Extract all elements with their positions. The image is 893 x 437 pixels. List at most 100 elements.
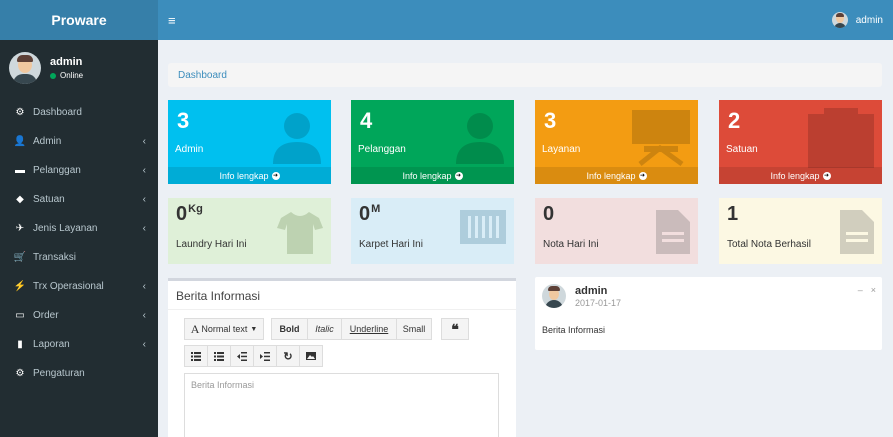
- info-box-nota: 0 Nota Hari Ini: [535, 198, 698, 264]
- image-icon: [306, 352, 316, 360]
- stat-label: Layanan: [542, 144, 581, 155]
- top-navbar: ≡ admin: [158, 0, 893, 40]
- dashboard-icon: ⚙: [15, 107, 25, 118]
- list-ol-icon: [214, 351, 224, 361]
- ordered-list-button[interactable]: [207, 345, 231, 367]
- info-link[interactable]: Info lengkap ➜: [168, 167, 331, 184]
- list-ul-icon: [191, 351, 201, 361]
- sidebar-item-pelanggan[interactable]: ▬ Pelanggan ‹: [0, 156, 158, 185]
- chevron-left-icon: ‹: [142, 194, 146, 205]
- tag-icon: ◆: [16, 194, 24, 205]
- online-dot-icon: [50, 72, 56, 79]
- image-button[interactable]: [299, 345, 323, 367]
- arrow-circle-right-icon: ➜: [454, 171, 463, 180]
- avatar: [542, 284, 566, 308]
- info-label: Total Nota Berhasil: [727, 239, 811, 250]
- avatar: [9, 52, 41, 84]
- sidebar-item-trx-operasional[interactable]: ⚡ Trx Operasional ‹: [0, 272, 158, 301]
- text-style-dropdown[interactable]: A Normal text ▼: [184, 318, 264, 340]
- document-icon: [840, 210, 874, 254]
- sidebar-menu: ⚙ Dashboard 👤 Admin ‹ ▬ Pelanggan ‹ ◆ Satuan ‹ …: [0, 98, 158, 388]
- berita-editor[interactable]: Berita Informasi: [184, 373, 499, 437]
- unordered-list-button[interactable]: [184, 345, 208, 367]
- unit-label: M: [371, 203, 381, 215]
- info-number: 1: [727, 203, 739, 225]
- user-name: admin: [50, 56, 83, 68]
- stat-label: Admin: [175, 144, 204, 155]
- barcode-icon: [460, 210, 506, 244]
- small-button[interactable]: Small: [396, 318, 432, 340]
- header-username: admin: [855, 14, 883, 26]
- chevron-left-icon: ‹: [142, 281, 146, 292]
- box-icon: [808, 108, 874, 168]
- info-box-laundry: 0Kg Laundry Hari Ini: [168, 198, 331, 264]
- sidebar-item-dashboard[interactable]: ⚙ Dashboard: [0, 98, 158, 127]
- post-tools: – ×: [850, 285, 876, 295]
- document-icon: [656, 210, 690, 254]
- arrow-circle-right-icon: ➜: [271, 171, 280, 180]
- sidebar-item-admin[interactable]: 👤 Admin ‹: [0, 127, 158, 156]
- info-box-karpet: 0M Karpet Hari Ini: [351, 198, 514, 264]
- info-link[interactable]: Info lengkap ➜: [719, 167, 882, 184]
- sidebar-item-jenis-layanan[interactable]: ✈ Jenis Layanan ‹: [0, 214, 158, 243]
- stat-box-layanan: 3 Layanan Info lengkap ➜: [535, 100, 698, 184]
- info-label: Karpet Hari Ini: [359, 239, 423, 250]
- close-icon[interactable]: ×: [871, 285, 876, 295]
- user-panel: admin Online: [0, 40, 158, 96]
- user-icon: [273, 113, 321, 164]
- indent-icon: [260, 351, 270, 361]
- info-link[interactable]: Info lengkap ➜: [351, 167, 514, 184]
- post-date: 2017-01-17: [575, 298, 622, 308]
- info-link[interactable]: Info lengkap ➜: [535, 167, 698, 184]
- easel-icon: [632, 110, 690, 166]
- chevron-left-icon: ‹: [142, 310, 146, 321]
- panel-title: Berita Informasi: [176, 289, 261, 303]
- bold-button[interactable]: Bold: [271, 318, 308, 340]
- italic-button[interactable]: Italic: [307, 318, 342, 340]
- blockquote-button[interactable]: ❝: [441, 318, 469, 340]
- stat-box-admin: 3 Admin Info lengkap ➜: [168, 100, 331, 184]
- underline-button[interactable]: Underline: [341, 318, 397, 340]
- post-author: admin: [575, 285, 608, 297]
- info-label: Laundry Hari Ini: [176, 239, 247, 250]
- plane-icon: ✈: [15, 223, 25, 234]
- news-post: admin 2017-01-17 – × Berita Informasi: [535, 277, 882, 350]
- minimize-icon[interactable]: –: [858, 285, 863, 295]
- stat-number: 3: [177, 108, 190, 133]
- stat-number: 3: [544, 108, 557, 133]
- user-menu[interactable]: admin: [831, 12, 883, 28]
- info-box-total-nota: 1 Total Nota Berhasil: [719, 198, 882, 264]
- stat-box-pelanggan: 4 Pelanggan Info lengkap ➜: [351, 100, 514, 184]
- bar-chart-icon: ▮: [17, 339, 23, 350]
- sidebar-item-transaksi[interactable]: 🛒 Transaksi: [0, 243, 158, 272]
- chevron-left-icon: ‹: [142, 223, 146, 234]
- info-number: 0: [543, 203, 555, 225]
- brand-logo[interactable]: Proware: [0, 0, 158, 40]
- bolt-icon: ⚡: [13, 281, 27, 292]
- stat-box-satuan: 2 Satuan Info lengkap ➜: [719, 100, 882, 184]
- tshirt-icon: [277, 212, 323, 254]
- sidebar-item-satuan[interactable]: ◆ Satuan ‹: [0, 185, 158, 214]
- sidebar-item-order[interactable]: ▭ Order ‹: [0, 301, 158, 330]
- breadcrumb: Dashboard: [168, 63, 882, 87]
- indent-button[interactable]: [253, 345, 277, 367]
- monitor-icon: ▭: [15, 310, 25, 321]
- caret-down-icon: ▼: [250, 325, 258, 333]
- stat-number: 2: [728, 108, 741, 133]
- user-icon: 👤: [13, 136, 27, 147]
- post-body: Berita Informasi: [542, 325, 606, 335]
- sidebar-item-pengaturan[interactable]: ⚙ Pengaturan: [0, 359, 158, 388]
- menu-toggle-icon[interactable]: ≡: [168, 13, 176, 28]
- link-button[interactable]: ↻: [276, 345, 300, 367]
- outdent-button[interactable]: [230, 345, 254, 367]
- berita-panel: Berita Informasi A Normal text ▼ Bold Ital…: [168, 278, 516, 437]
- gear-icon: ⚙: [15, 368, 25, 379]
- info-number: 0Kg: [176, 203, 203, 225]
- arrow-circle-right-icon: ➜: [822, 171, 831, 180]
- sidebar-item-laporan[interactable]: ▮ Laporan ‹: [0, 330, 158, 359]
- sidebar: Proware admin Online ⚙ Dashboard 👤 Admin ‹ …: [0, 0, 158, 437]
- arrow-circle-right-icon: ➜: [638, 171, 647, 180]
- share-icon: ↻: [283, 350, 293, 363]
- breadcrumb-dashboard-link[interactable]: Dashboard: [178, 70, 227, 81]
- stat-label: Satuan: [726, 144, 758, 155]
